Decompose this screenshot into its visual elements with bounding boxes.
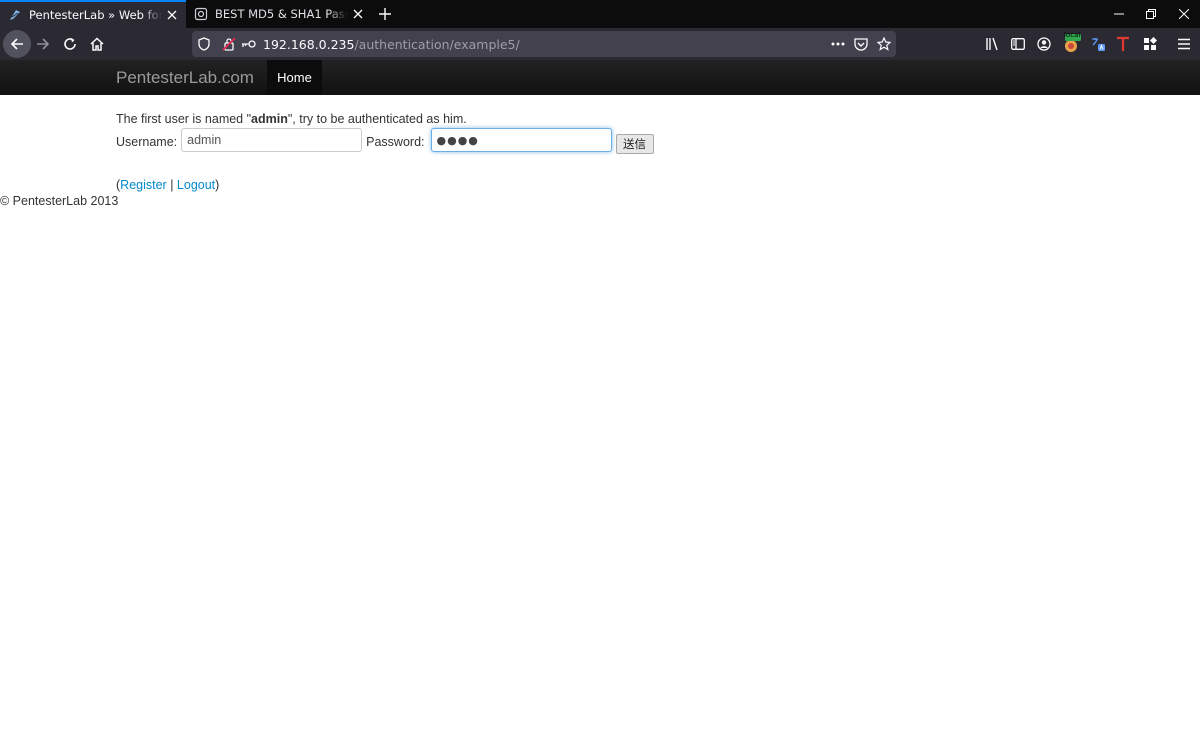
intro-username: admin bbox=[251, 112, 288, 126]
browser-toolbar: 192.168.0.235/authentication/example5/ l… bbox=[0, 28, 1200, 60]
url-host: 192.168.0.235 bbox=[263, 36, 355, 52]
tab-strip: PentesterLab » Web for Pentester BEST MD… bbox=[0, 0, 1200, 28]
pocket-icon[interactable] bbox=[850, 34, 872, 54]
extension-local-icon[interactable]: local bbox=[1059, 31, 1083, 56]
intro-prefix: The first user is named " bbox=[116, 112, 252, 126]
footer-copyright: © PentesterLab 2013 bbox=[0, 194, 119, 208]
nav-home-link[interactable]: Home bbox=[267, 60, 322, 95]
submit-button[interactable]: 送信 bbox=[615, 134, 654, 154]
intro-text: The first user is named "admin", try to … bbox=[116, 112, 467, 126]
site-navbar: PentesterLab.com Home bbox=[0, 60, 1200, 95]
reload-button[interactable] bbox=[56, 30, 84, 58]
intro-suffix: ", try to be authenticated as him. bbox=[287, 112, 467, 126]
close-paren: ) bbox=[215, 178, 220, 192]
sidebar-toggle-icon[interactable] bbox=[1006, 32, 1030, 56]
account-links: (Register | Logout) bbox=[116, 178, 219, 192]
register-link[interactable]: Register bbox=[120, 178, 167, 192]
login-form: Username: admin Password: ●●●● 送信 bbox=[116, 127, 654, 154]
bookmark-star-icon[interactable] bbox=[873, 34, 895, 54]
t-extension-icon[interactable] bbox=[1111, 32, 1135, 56]
close-tab-icon[interactable] bbox=[348, 4, 368, 24]
tab-title: BEST MD5 & SHA1 Password Decrypter bbox=[215, 7, 348, 21]
tab-pentesterlab[interactable]: PentesterLab » Web for Pentester bbox=[0, 0, 186, 28]
url-text[interactable]: 192.168.0.235/authentication/example5/ bbox=[263, 37, 520, 52]
close-window-button[interactable] bbox=[1168, 0, 1200, 28]
back-button[interactable] bbox=[3, 30, 31, 58]
tab-md5-decrypter[interactable]: BEST MD5 & SHA1 Password Decrypter bbox=[186, 0, 372, 28]
close-tab-icon[interactable] bbox=[162, 5, 182, 25]
password-label: Password: bbox=[366, 135, 425, 149]
new-tab-button[interactable] bbox=[374, 4, 396, 24]
minimize-button[interactable] bbox=[1103, 0, 1135, 28]
md5-favicon-icon bbox=[193, 6, 209, 22]
address-bar[interactable]: 192.168.0.235/authentication/example5/ bbox=[192, 31, 896, 57]
password-input[interactable]: ●●●● bbox=[430, 128, 612, 152]
pentesterlab-favicon-icon bbox=[7, 7, 23, 23]
username-label: Username: bbox=[116, 135, 178, 149]
logout-link[interactable]: Logout bbox=[177, 178, 215, 192]
home-button[interactable] bbox=[83, 30, 111, 58]
key-icon[interactable] bbox=[239, 34, 259, 54]
account-icon[interactable] bbox=[1032, 32, 1056, 56]
extension-badge: local bbox=[1064, 31, 1081, 39]
page-actions-icon[interactable] bbox=[827, 34, 849, 54]
hamburger-menu-icon[interactable] bbox=[1172, 32, 1196, 56]
forward-button[interactable] bbox=[29, 30, 57, 58]
insecure-connection-icon[interactable] bbox=[219, 34, 239, 54]
restore-button[interactable] bbox=[1135, 0, 1167, 28]
url-path: /authentication/example5/ bbox=[354, 36, 520, 52]
tracking-protection-shield-icon[interactable] bbox=[194, 34, 214, 54]
tab-title: PentesterLab » Web for Pentester bbox=[29, 8, 162, 22]
extensions-grid-icon[interactable] bbox=[1138, 32, 1162, 56]
link-separator: | bbox=[166, 178, 177, 192]
translate-extension-icon[interactable] bbox=[1086, 32, 1110, 56]
library-icon[interactable] bbox=[980, 32, 1004, 56]
site-brand-link[interactable]: PentesterLab.com bbox=[116, 68, 254, 88]
username-input[interactable]: admin bbox=[181, 128, 363, 152]
